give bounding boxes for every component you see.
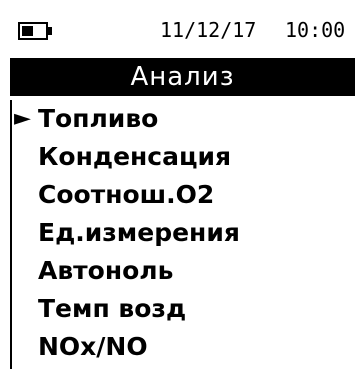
status-bar: 11/12/17 10:00 [0,0,355,58]
menu-item-label: Темп возд [38,294,187,323]
menu-item-air-temp[interactable]: Темп возд [12,290,355,328]
menu-item-label: NOx/NO [38,332,148,361]
menu-item-label: Конденсация [38,142,232,171]
device-screen: 11/12/17 10:00 Анализ ► Топливо Конденса… [0,0,355,369]
status-date: 11/12/17 [160,18,257,42]
menu-item-condensation[interactable]: Конденсация [12,138,355,176]
battery-body [18,22,48,40]
menu-item-label: Соотнош.O2 [38,180,215,209]
menu-item-label: Ед.измерения [38,218,240,247]
menu-item-o2-ratio[interactable]: Соотнош.O2 [12,176,355,214]
menu-item-autozero[interactable]: Автоноль [12,252,355,290]
menu-item-label: Автоноль [38,256,174,285]
battery-tip [48,27,52,35]
menu-item-units[interactable]: Ед.измерения [12,214,355,252]
menu-item-nox-no[interactable]: NOx/NO [12,328,355,366]
menu-item-label: Топливо [38,104,159,133]
page-title: Анализ [10,58,355,96]
analysis-menu: ► Топливо Конденсация Соотнош.O2 Ед.изме… [10,100,355,369]
menu-item-fuel[interactable]: ► Топливо [12,100,355,138]
status-time: 10:00 [285,18,346,42]
selection-cursor-icon: ► [14,106,31,131]
battery-charge-level [22,26,33,36]
battery-icon [18,22,52,40]
